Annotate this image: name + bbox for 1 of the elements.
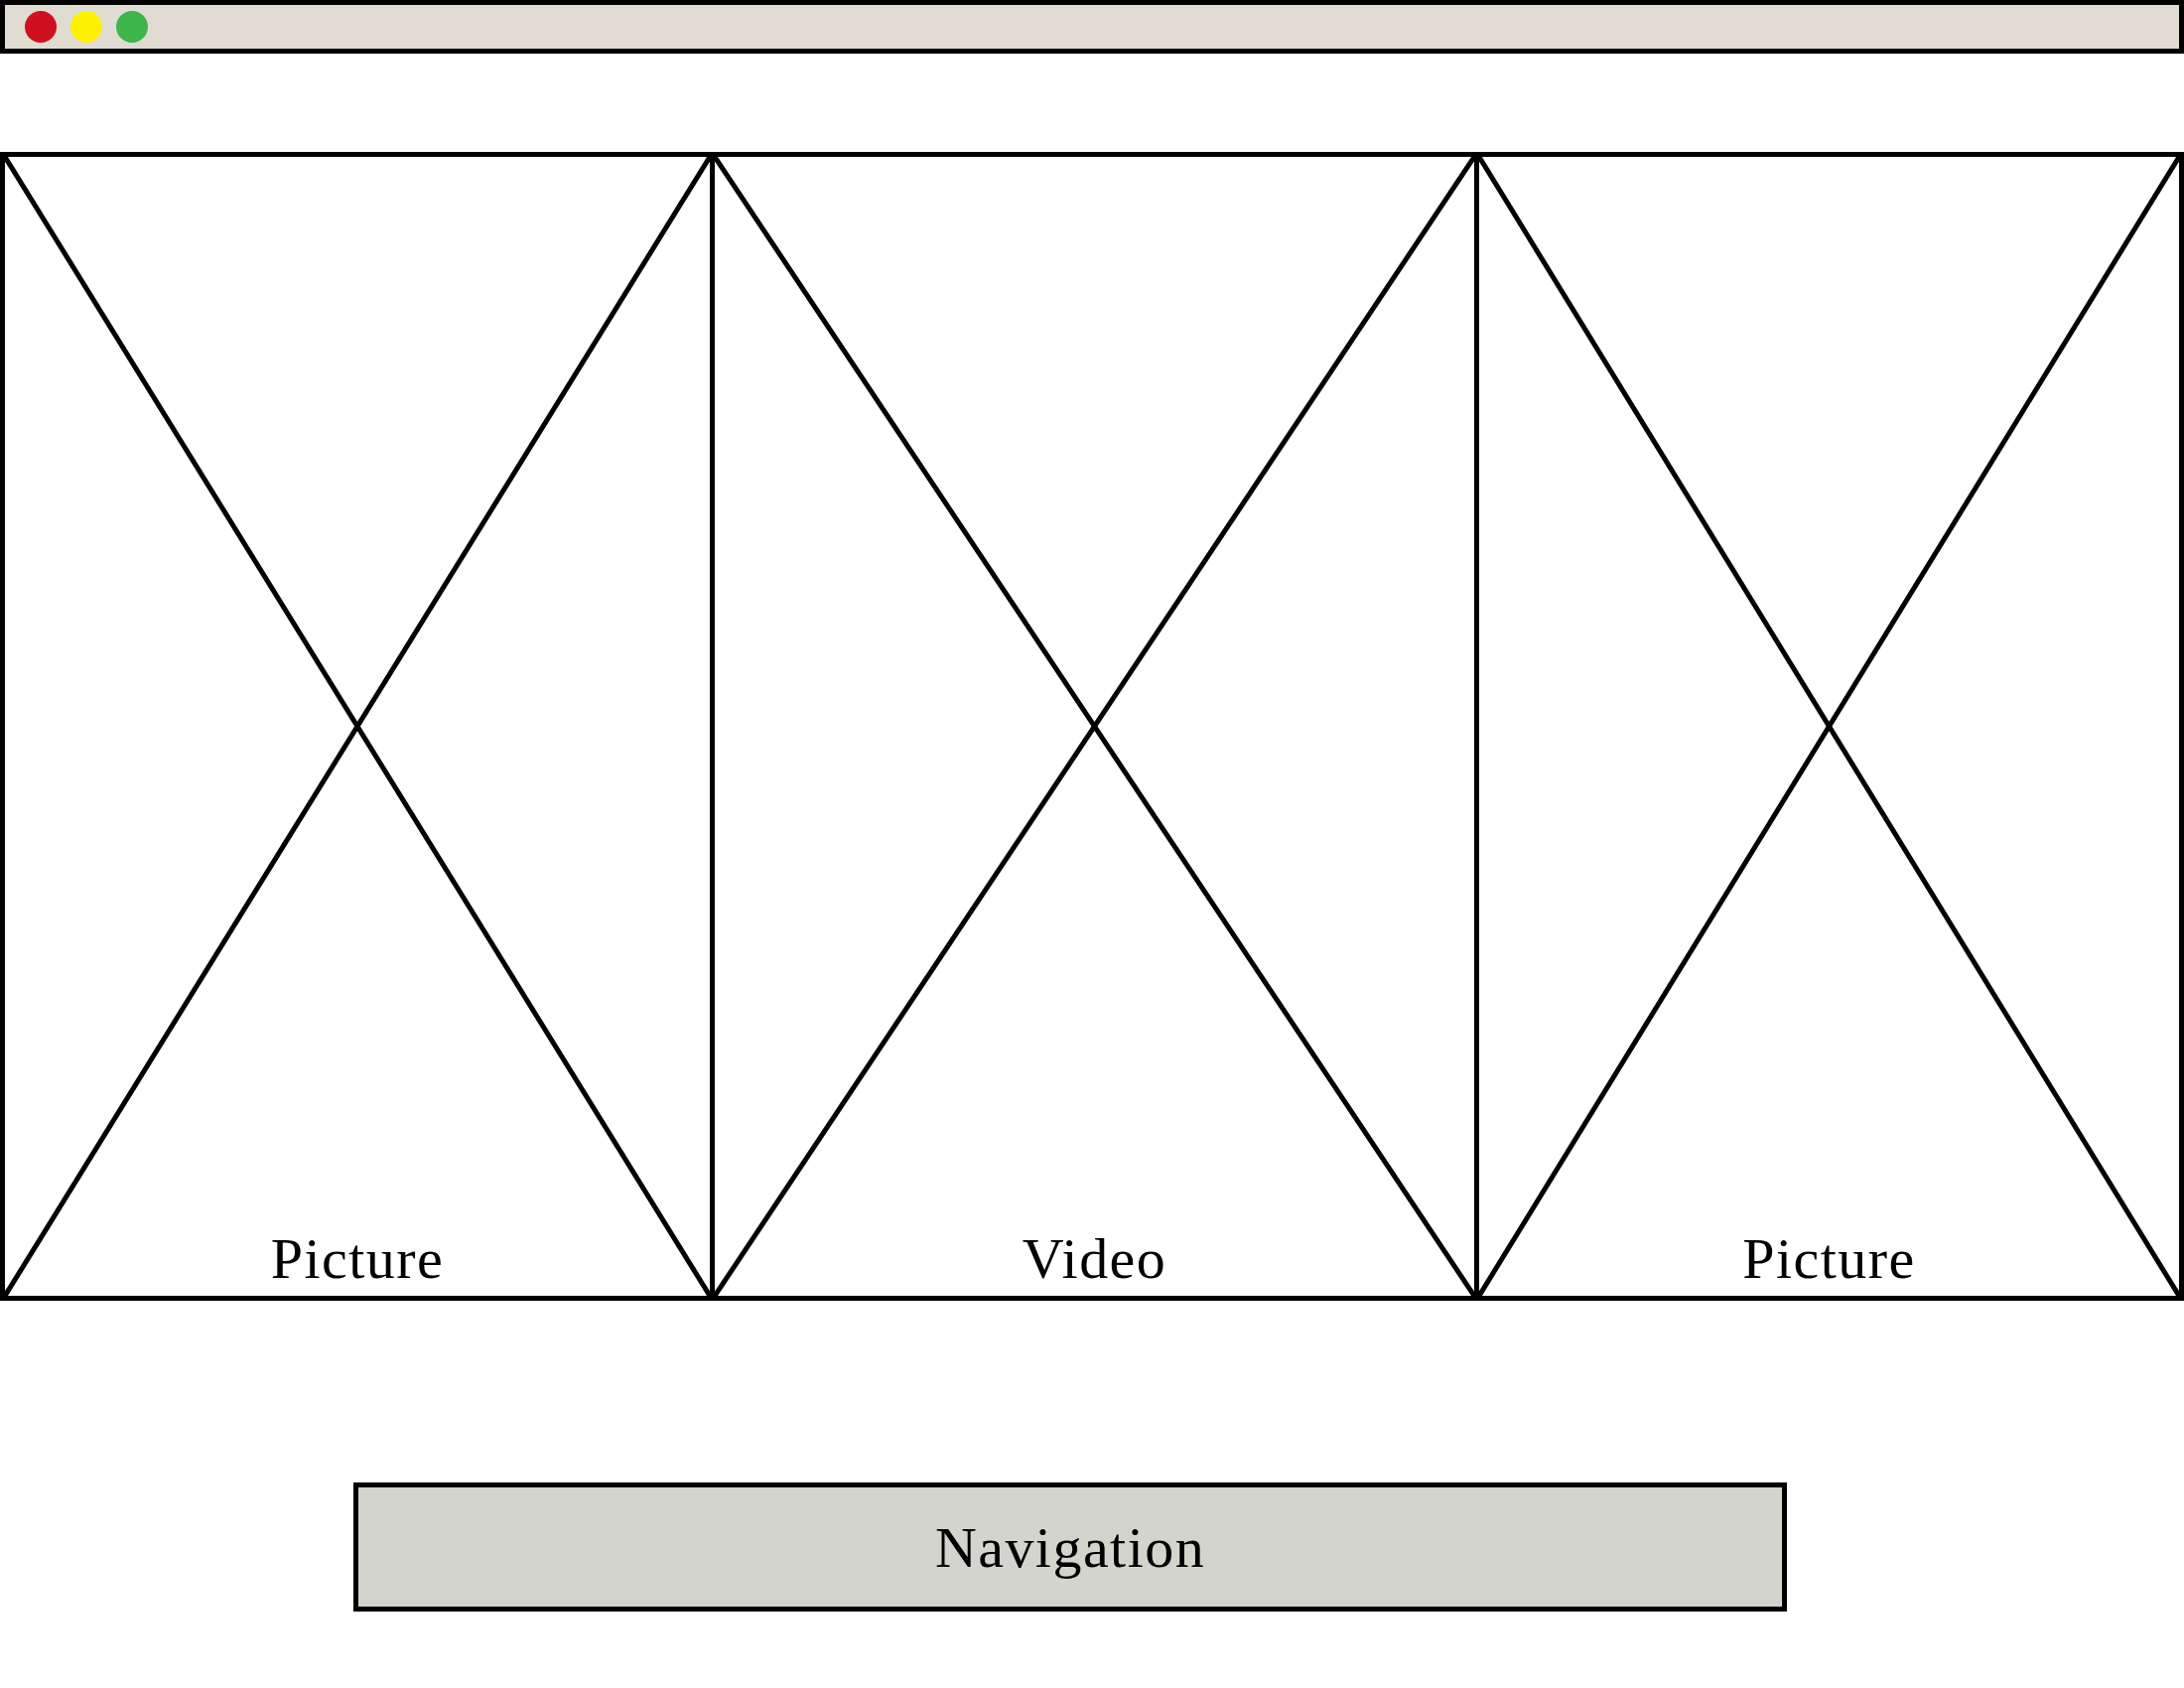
navigation-bar[interactable]: Navigation xyxy=(353,1482,1787,1612)
